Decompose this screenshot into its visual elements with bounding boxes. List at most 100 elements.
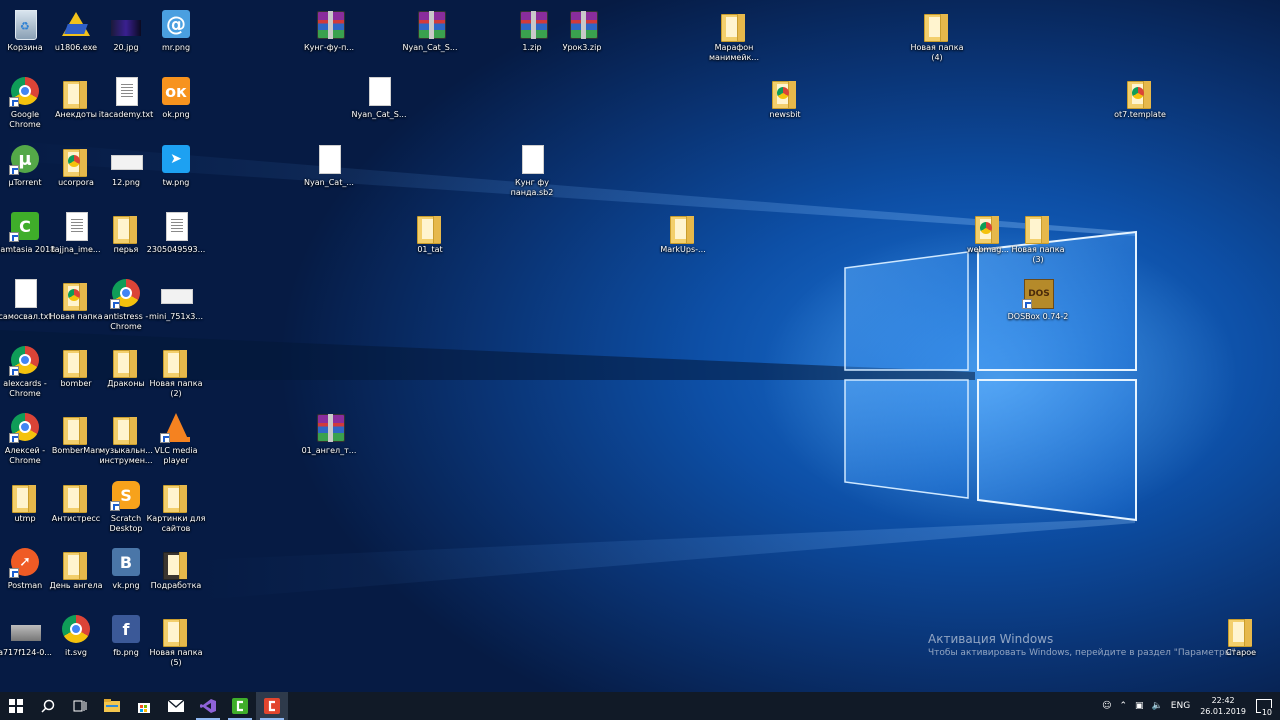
desktop-icon-label: VLC media player [154,446,198,465]
desktop-icon-label: Новая папка (2) [149,379,203,398]
desktop-icon-label: Nyan_Cat_... [304,178,354,187]
tile-vk-icon: B [110,546,142,578]
desktop-icon[interactable]: Урок3.zip [552,4,612,53]
desktop-icon-label: mini_751x3... [148,312,204,321]
desktop-icon[interactable]: Nyan_Cat_... [299,139,359,188]
desktop-icon[interactable]: Nyan_Cat_S... [400,4,460,53]
store-icon[interactable] [128,692,160,720]
folder-chrome-icon [1124,75,1156,109]
doc-blank-icon [9,277,41,309]
desktop-icon[interactable]: MarkUps-... [653,206,713,255]
desktop-icon-label: MarkUps-... [660,245,706,254]
desktop-icon-label: Новая папка (4) [910,43,964,62]
task-view-icon[interactable] [64,692,96,720]
desktop-icon[interactable]: mini_751x3... [146,273,206,322]
desktop-icon[interactable]: Подработка [146,542,206,591]
rar-icon [566,8,598,40]
shortcut-arrow-icon [9,366,19,376]
doc-blank-icon [363,75,395,107]
folder-icon [60,546,92,580]
folder-icon [60,344,92,378]
desktop-icon[interactable]: @ mr.png [146,4,206,53]
start-icon[interactable] [0,692,32,720]
chrome-icon [9,411,41,443]
dosbox-icon: DOS [1022,277,1054,309]
desktop-icon-label: Кунг фу панда.sb2 [510,178,554,197]
shortcut-arrow-icon [9,232,19,242]
taskbar: ☺ ⌃ ▣ 🔈 ENG 22:42 26.01.2019 10 [0,692,1280,720]
network-icon[interactable]: ▣ [1135,701,1144,711]
desktop-icon[interactable]: Новая папка (3) [1008,206,1068,265]
desktop-icon[interactable]: Кунг-фу-п... [299,4,359,53]
desktop-icon-label: 01_ангел_т... [301,446,357,455]
folder-chrome-icon [60,143,92,177]
input-language[interactable]: ENG [1171,701,1190,711]
desktop-icon-label: Nyan_Cat_S... [351,110,407,119]
clock[interactable]: 22:42 26.01.2019 [1200,695,1246,717]
folder-icon [414,210,446,244]
desktop-icon[interactable]: Nyan_Cat_S... [349,71,409,120]
mail-icon[interactable] [160,692,192,720]
thin-icon [160,277,193,309]
volume-icon[interactable]: 🔈 [1152,701,1163,711]
folder-chrome-icon [60,277,92,311]
folder-icon [9,479,41,513]
watermark-title: Активация Windows [928,632,1054,646]
vlc-icon [160,411,192,443]
folder-chrome-icon [769,75,801,109]
doc-icon [110,75,142,107]
folder-icon [60,411,92,445]
desktop-icon[interactable]: VLC media player [146,407,206,466]
tile-ok-icon: ок [160,75,192,107]
chevron-up-icon[interactable]: ⌃ [1120,701,1128,711]
desktop-icon[interactable]: Новая папка (4) [907,4,967,63]
desktop-icon-label: 2305049593... [146,245,206,254]
app-winamp-icon [60,8,92,40]
desktop-icon[interactable]: 2305049593... [146,206,206,255]
clock-time: 22:42 [1211,696,1235,705]
desktop-icon[interactable]: Картинки для сайтов [146,475,206,534]
shortcut-arrow-icon [1022,299,1032,309]
folder-icon [667,210,699,244]
desktop-icon[interactable]: Марафон манимейк... [704,4,764,63]
activation-watermark: Активация Windows Чтобы активировать Win… [928,632,1239,658]
system-tray: ☺ ⌃ ▣ 🔈 ENG 22:42 26.01.2019 10 [1098,692,1280,720]
visual-studio-icon[interactable] [192,692,224,720]
desktop-icon-label: Подработка [150,581,202,590]
folder-icon [160,344,192,378]
desktop-icon[interactable]: newsbit [755,71,815,120]
people-icon[interactable]: ☺ [1102,701,1111,711]
desktop-icon[interactable]: 01_ангел_т... [299,407,359,456]
shortcut-arrow-icon [9,97,19,107]
camtasia-icon[interactable] [224,692,256,720]
folder-icon [110,344,142,378]
folder-icon [110,411,142,445]
shortcut-arrow-icon [110,501,120,511]
file-explorer-icon[interactable] [96,692,128,720]
chrome-icon [9,344,41,376]
recycle-icon: ♻ [9,8,41,40]
utorrent-icon: μ [9,143,41,175]
desktop-icon-label: 01_tat [417,245,443,254]
desktop-icon[interactable]: DOS DOSBox 0.74-2 [1008,273,1068,322]
desktop-icon[interactable]: Кунг фу панда.sb2 [502,139,562,198]
desktop-icon[interactable]: Новая папка (5) [146,609,206,668]
folder-icon [60,75,92,109]
desktop-icon[interactable]: ок ok.png [146,71,206,120]
desktop-background: ♻ Корзина u1806.exe 20.jpg @ mr.png Кунг-фу-п.… [0,0,1280,720]
desktop-icon[interactable]: Новая папка (2) [146,340,206,399]
shortcut-arrow-icon [9,433,19,443]
desktop-icon-label: DOSBox 0.74-2 [1007,312,1069,321]
desktop-icon-label: mr.png [161,43,191,52]
notification-center-icon[interactable]: 10 [1256,699,1273,717]
desktop-icon[interactable]: ➤ tw.png [146,139,206,188]
tile-tw-icon: ➤ [160,143,192,175]
desktop-icon-label: Новая папка (3) [1011,245,1065,264]
search-icon[interactable] [32,692,64,720]
desktop-icon[interactable]: 01_tat [400,206,460,255]
desktop-icon[interactable]: ot7.template [1110,71,1170,120]
camtasia-icon: C [9,210,41,242]
postman-icon: ➚ [9,546,41,578]
camtasia-recorder-icon[interactable] [256,692,288,720]
desktop-icon-label: Новая папка (5) [149,648,203,667]
